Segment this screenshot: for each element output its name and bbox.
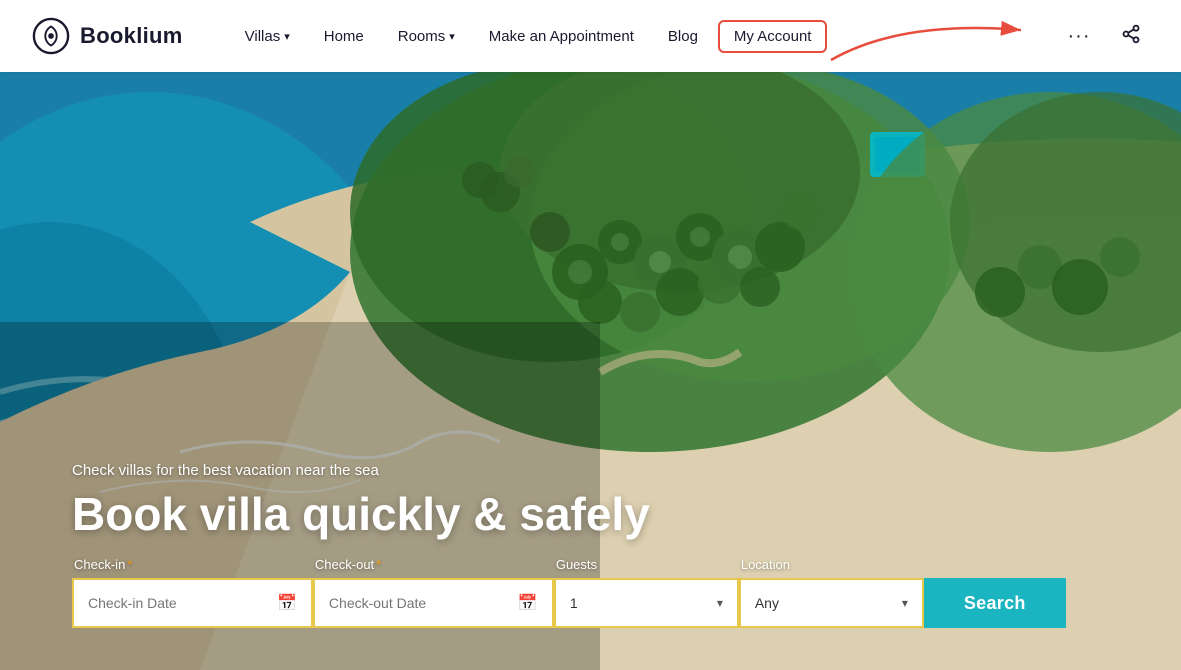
checkin-input-wrapper[interactable]: 📅 (72, 578, 313, 628)
chevron-down-icon-guests: ▾ (717, 596, 723, 610)
location-select[interactable]: Any Maldives Bali Phuket Santorini (755, 595, 894, 611)
hero-section: Check villas for the best vacation near … (0, 72, 1181, 670)
share-icon (1121, 24, 1141, 49)
more-options-button[interactable]: ··· (1061, 18, 1097, 54)
nav-item-villas[interactable]: Villas ▾ (231, 20, 304, 53)
checkout-input[interactable] (329, 595, 510, 611)
share-button[interactable] (1113, 18, 1149, 54)
navbar: Booklium Villas ▾ Home Rooms ▾ Make an A… (0, 0, 1181, 72)
search-button[interactable]: Search (924, 578, 1066, 628)
nav-item-home[interactable]: Home (310, 20, 378, 53)
location-label: Location (739, 557, 924, 572)
brand-logo-link[interactable]: Booklium (32, 17, 183, 55)
nav-home-label: Home (324, 28, 364, 45)
guests-select-wrapper[interactable]: 1 2 3 4 5 6 ▾ (554, 578, 739, 628)
guests-label: Guests (554, 557, 739, 572)
hero-subtitle: Check villas for the best vacation near … (72, 462, 650, 479)
nav-blog-label: Blog (668, 28, 698, 45)
location-select-wrapper[interactable]: Any Maldives Bali Phuket Santorini ▾ (739, 578, 924, 628)
chevron-down-icon-rooms: ▾ (449, 30, 455, 43)
search-bar: Check-in* 📅 Check-out* 📅 Guests 1 (72, 557, 1066, 628)
guests-field: Guests 1 2 3 4 5 6 ▾ (554, 557, 739, 628)
location-field: Location Any Maldives Bali Phuket Santor… (739, 557, 924, 628)
nav-villas-label: Villas (245, 28, 281, 45)
calendar-icon-checkout: 📅 (518, 593, 538, 613)
nav-item-appointment[interactable]: Make an Appointment (475, 20, 648, 53)
nav-links: Villas ▾ Home Rooms ▾ Make an Appointmen… (231, 20, 1049, 53)
hero-title: Book villa quickly & safely (72, 489, 650, 540)
nav-item-rooms[interactable]: Rooms ▾ (384, 20, 469, 53)
nav-item-myaccount[interactable]: My Account (718, 20, 828, 53)
checkin-label: Check-in* (72, 557, 313, 572)
checkout-field: Check-out* 📅 (313, 557, 554, 628)
nav-item-blog[interactable]: Blog (654, 20, 712, 53)
chevron-down-icon-location: ▾ (902, 596, 908, 610)
nav-icons: ··· (1061, 18, 1149, 54)
nav-appointment-label: Make an Appointment (489, 28, 634, 45)
hero-content: Check villas for the best vacation near … (72, 462, 650, 540)
checkout-label: Check-out* (313, 557, 554, 572)
nav-myaccount-label: My Account (734, 28, 812, 45)
brand-icon (32, 17, 70, 55)
checkin-input[interactable] (88, 595, 269, 611)
nav-rooms-label: Rooms (398, 28, 446, 45)
calendar-icon-checkin: 📅 (277, 593, 297, 613)
chevron-down-icon: ▾ (284, 30, 290, 43)
brand-name: Booklium (80, 23, 183, 49)
more-dots-icon: ··· (1068, 25, 1091, 48)
guests-select[interactable]: 1 2 3 4 5 6 (570, 595, 709, 611)
checkout-input-wrapper[interactable]: 📅 (313, 578, 554, 628)
checkin-field: Check-in* 📅 (72, 557, 313, 628)
